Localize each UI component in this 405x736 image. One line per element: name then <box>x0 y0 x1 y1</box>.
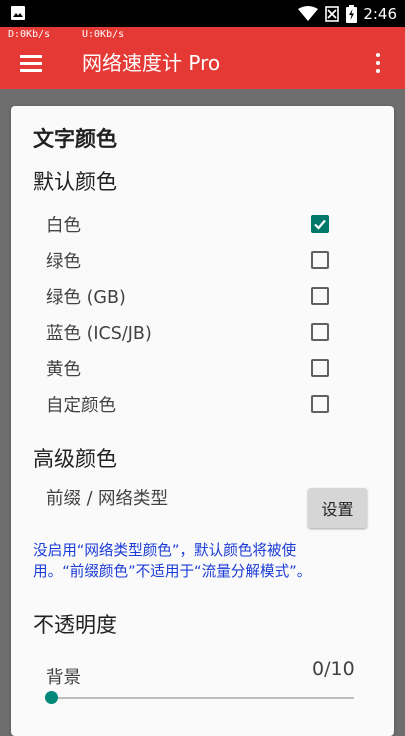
color-option-label[interactable]: 黄色 <box>46 356 81 381</box>
section-title-text-color: 文字颜色 <box>33 127 117 151</box>
checkbox-blue-ics-jb[interactable] <box>311 323 329 341</box>
check-icon <box>314 219 326 230</box>
info-note: 没启用“网络类型颜色”，默认颜色将被使 用。“前缀颜色”不适用于“流量分解模式”… <box>33 540 373 582</box>
app-title: 网络速度计 Pro <box>82 51 221 75</box>
more-vert-icon[interactable] <box>373 51 383 77</box>
upload-speed: U:0Kb/s <box>82 29 125 40</box>
color-option-label[interactable]: 白色 <box>46 212 81 237</box>
checkbox-white[interactable] <box>311 215 329 233</box>
color-option-label[interactable]: 绿色 (GB) <box>46 284 126 309</box>
image-icon <box>11 6 25 20</box>
status-bar: 2:46 <box>0 0 405 27</box>
background-opacity-label: 背景 <box>46 668 81 688</box>
color-option-label[interactable]: 自定颜色 <box>46 392 116 417</box>
color-option-label[interactable]: 绿色 <box>46 248 81 273</box>
info-note-line-2: 用。“前缀颜色”不适用于“流量分解模式”。 <box>33 563 312 580</box>
color-option-label[interactable]: 蓝色 (ICS/JB) <box>46 320 152 345</box>
background-opacity-slider[interactable] <box>51 697 354 699</box>
app-bar: 网络速度计 Pro <box>0 43 405 89</box>
checkbox-green[interactable] <box>311 251 329 269</box>
no-sim-icon <box>325 6 340 22</box>
wifi-icon <box>298 6 319 21</box>
speed-indicator-bar: D:0Kb/s U:0Kb/s <box>0 27 405 43</box>
background-opacity-value: 0/10 <box>312 658 355 680</box>
prefix-network-type-label: 前缀 / 网络类型 <box>46 489 169 509</box>
clock: 2:46 <box>363 5 397 23</box>
section-title-opacity: 不透明度 <box>33 613 117 637</box>
checkbox-custom[interactable] <box>311 395 329 413</box>
slider-thumb[interactable] <box>45 691 58 704</box>
settings-card: 文字颜色 默认颜色 白色 绿色 绿色 (GB) 蓝色 (ICS/JB) 黄色 自… <box>11 106 394 736</box>
info-note-line-1: 没启用“网络类型颜色”，默认颜色将被使 <box>33 542 297 559</box>
set-button[interactable]: 设置 <box>308 488 367 528</box>
subsection-title-default-color: 默认颜色 <box>33 170 117 194</box>
checkbox-green-gb[interactable] <box>311 287 329 305</box>
checkbox-yellow[interactable] <box>311 359 329 377</box>
hamburger-menu-icon[interactable] <box>20 55 44 77</box>
download-speed: D:0Kb/s <box>8 29 51 40</box>
battery-charging-icon <box>346 5 358 23</box>
section-title-advanced-color: 高级颜色 <box>33 447 117 471</box>
